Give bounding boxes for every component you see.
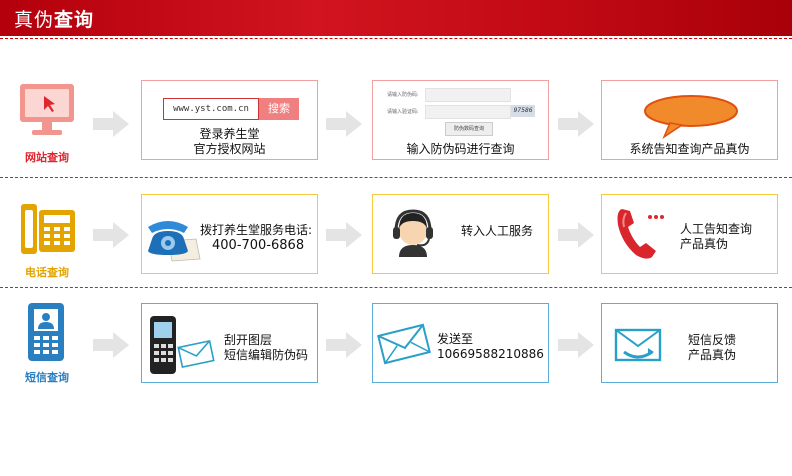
web-step2-caption: 输入防伪码进行查询	[406, 142, 515, 156]
arrow-icon	[326, 222, 362, 248]
sms-step3-line1: 短信反馈	[688, 333, 737, 347]
phone-step2-caption: 转入人工服务	[461, 224, 534, 238]
phone-step-call: 拨打养生堂服务电话: 400-700-6868	[141, 194, 318, 274]
telephone-icon	[148, 221, 201, 262]
web-step-enter-code: 请输入防伪码: 请输入验证码: 97586 防伪数码查询 输入防伪码进行查询	[372, 80, 549, 160]
arrow-icon	[93, 222, 129, 248]
sms-step1-line2: 短信编辑防伪码	[224, 348, 309, 362]
arrow-icon	[93, 111, 129, 137]
url-field[interactable]: www.yst.com.cn	[163, 98, 259, 120]
phone-step-result: 人工告知查询 产品真伪	[601, 194, 778, 274]
web-step1-line2: 官方授权网站	[193, 142, 266, 156]
header-bar: 真伪查询	[0, 0, 792, 36]
arrow-icon	[93, 332, 129, 358]
sms-step3-line2: 产品真伪	[688, 348, 737, 362]
reply-envelope-icon	[614, 328, 662, 362]
phone-step3-line1: 人工告知查询	[680, 222, 753, 236]
sms-step2-line1: 发送至	[437, 332, 474, 346]
captcha-input[interactable]	[425, 105, 511, 119]
arrow-icon	[326, 111, 362, 137]
sms-step-result: 短信反馈 产品真伪	[601, 303, 778, 383]
query-button[interactable]: 防伪数码查询	[445, 122, 493, 136]
arrow-icon	[558, 111, 594, 137]
phone-step1-line1: 拨打养生堂服务电话:	[200, 223, 313, 237]
sms-step-scratch: 刮开图层 短信编辑防伪码	[141, 303, 318, 383]
cellphone-envelope-icon	[150, 316, 215, 374]
speech-bubble-icon	[644, 95, 738, 139]
hotline-number: 400-700-6868	[212, 238, 305, 253]
sms-channel-label: 短信查询	[25, 371, 69, 384]
monitor-icon	[20, 84, 74, 135]
code-field-label: 请输入防伪码:	[387, 92, 419, 98]
web-step3-caption: 系统告知查询产品真伪	[629, 142, 750, 156]
mobile-phone-icon	[28, 303, 64, 361]
row-divider	[0, 177, 792, 178]
desk-phone-icon	[21, 204, 75, 254]
phone-step3-line2: 产品真伪	[680, 237, 729, 251]
captcha-image: 97586	[511, 105, 535, 117]
captcha-field-label: 请输入验证码:	[387, 109, 419, 115]
sms-number: 10669588210886	[437, 347, 544, 361]
envelope-icon	[377, 323, 431, 365]
web-step-login: www.yst.com.cn 搜索 登录养生堂 官方授权网站	[141, 80, 318, 160]
sms-step1-line1: 刮开图层	[224, 333, 273, 347]
arrow-icon	[558, 222, 594, 248]
arrow-icon	[558, 332, 594, 358]
arrow-icon	[326, 332, 362, 358]
web-channel-label: 网站查询	[25, 151, 69, 164]
sms-step-send: 发送至 10669588210886	[372, 303, 549, 383]
web-step1-line1: 登录养生堂	[199, 127, 260, 141]
search-button[interactable]: 搜索	[259, 98, 299, 120]
handset-icon	[617, 209, 664, 259]
page-title: 真伪查询	[14, 9, 95, 31]
header-divider	[0, 38, 792, 39]
row-divider	[0, 287, 792, 288]
headset-agent-icon	[393, 209, 433, 257]
web-step-result: 系统告知查询产品真伪	[601, 80, 778, 160]
code-input[interactable]	[425, 88, 511, 102]
phone-step-agent: 转入人工服务	[372, 194, 549, 274]
phone-channel-label: 电话查询	[25, 266, 69, 279]
